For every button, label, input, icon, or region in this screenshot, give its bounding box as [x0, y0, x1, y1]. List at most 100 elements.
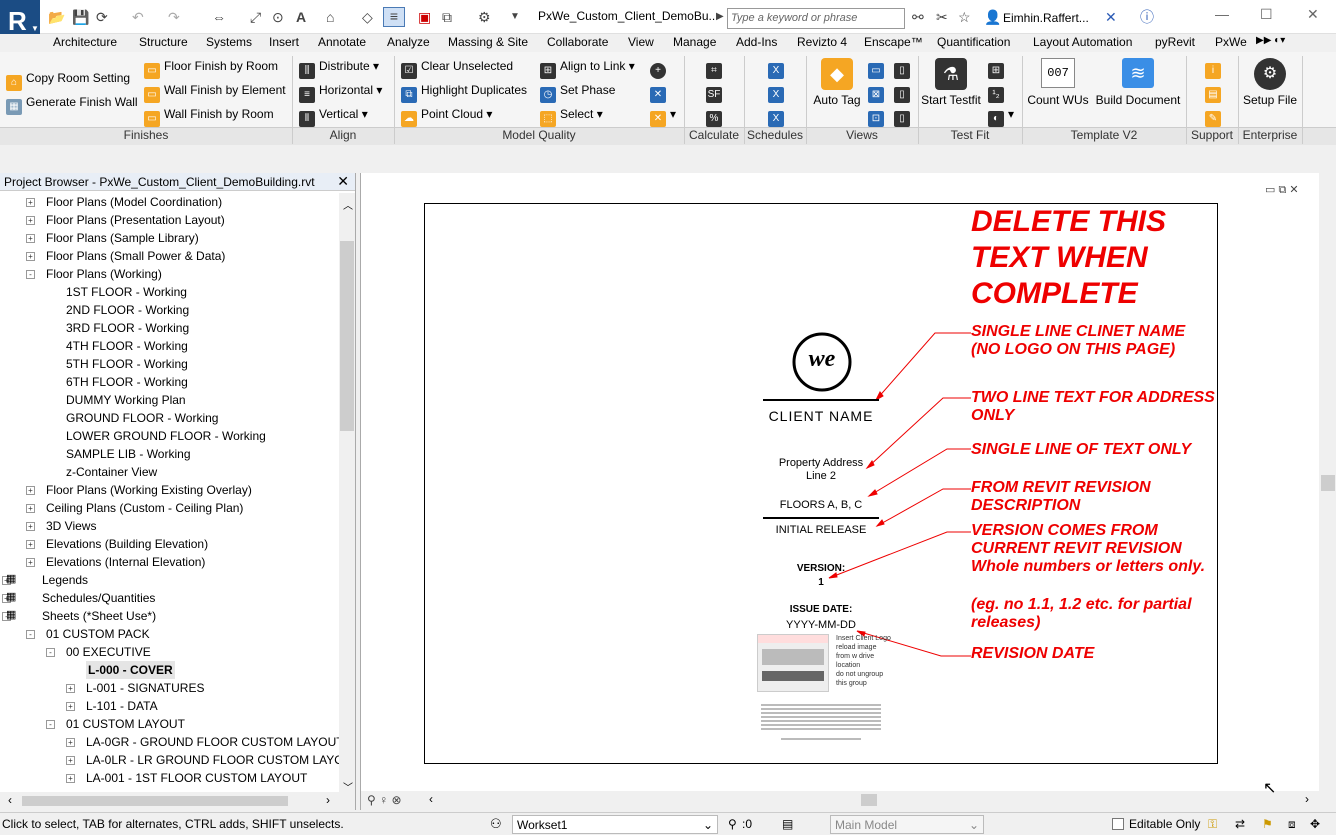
redo-icon[interactable]: ↷ [168, 9, 180, 25]
expand-icon[interactable]: + [26, 216, 35, 225]
scroll-left-icon[interactable]: ‹ [8, 793, 12, 807]
tab-layout-automation[interactable]: Layout Automation [1033, 35, 1132, 49]
expand-icon[interactable]: + [26, 486, 35, 495]
tree-item[interactable]: DUMMY Working Plan [66, 391, 186, 409]
select-by-face-icon[interactable]: ⧈ [1288, 817, 1296, 832]
tab-pxwe[interactable]: PxWe [1215, 35, 1247, 49]
expand-icon[interactable]: + [66, 756, 75, 765]
expand-icon[interactable]: + [26, 558, 35, 567]
tab-enscape[interactable]: Enscape™ [864, 35, 923, 49]
generate-finish-wall-button[interactable]: ▦ Generate Finish Wall [6, 94, 138, 115]
setup-file-button[interactable]: ⚙ Setup File [1240, 58, 1300, 108]
tree-item[interactable]: Schedules/Quantities [42, 589, 155, 607]
start-testfit-button[interactable]: ⚗ Start Testfit [920, 58, 982, 108]
tree-item[interactable]: 5TH FLOOR - Working [66, 355, 188, 373]
expand-icon[interactable]: + [66, 684, 75, 693]
cross-box-icon[interactable]: ✕ [650, 82, 670, 103]
filter-icon[interactable]: ▤ [782, 817, 793, 831]
collapse-icon[interactable]: - [46, 648, 55, 657]
tree-item[interactable]: L-001 - SIGNATURES [86, 679, 204, 697]
tree-item[interactable]: Floor Plans (Working) [46, 265, 162, 283]
minimize-icon[interactable]: — [1215, 6, 1229, 22]
excel-icon-2[interactable]: X [768, 82, 788, 103]
tree-item[interactable]: Floor Plans (Presentation Layout) [46, 211, 225, 229]
switch-windows-icon[interactable]: ⧉ [442, 9, 452, 25]
tree-item[interactable]: GROUND FLOOR - Working [66, 409, 218, 427]
close-hidden-icon[interactable]: ▣ [418, 9, 431, 25]
expand-icon[interactable]: + [66, 738, 75, 747]
close-icon[interactable]: ✕ [1307, 6, 1319, 23]
tab-add-ins[interactable]: Add-Ins [736, 35, 777, 49]
workset-select[interactable]: Workset1 ⌄ [512, 815, 718, 834]
tree-item[interactable]: Floor Plans (Small Power & Data) [46, 247, 225, 265]
binoculars-icon[interactable]: ⚯ [912, 9, 924, 25]
plus-circle-icon[interactable]: + [650, 58, 670, 79]
sync-icon[interactable]: ⟳ [96, 9, 108, 25]
tree-item[interactable]: Sheets (*Sheet Use*) [42, 607, 156, 625]
tree-item[interactable]: L-000 - COVER [86, 661, 175, 679]
distribute-dropdown[interactable]: ⫼ Distribute ▾ [299, 58, 379, 79]
canvas-vscroll[interactable] [1319, 173, 1336, 791]
hscroll-thumb[interactable] [22, 796, 288, 806]
tree-item[interactable]: Floor Plans (Working Existing Overlay) [46, 481, 252, 499]
select-underlay-icon[interactable]: ⇄ [1235, 817, 1245, 831]
view-icon-1[interactable]: ▭ [868, 58, 888, 79]
expand-icon[interactable]: + [26, 198, 35, 207]
open-icon[interactable]: 📂 [48, 9, 65, 25]
collapse-icon[interactable]: - [26, 630, 35, 639]
vertical-dropdown[interactable]: ⫴ Vertical ▾ [299, 106, 368, 127]
tree-item[interactable]: Floor Plans (Sample Library) [46, 229, 199, 247]
tab-analyze[interactable]: Analyze [387, 35, 430, 49]
view-icon-6[interactable]: ▯ [894, 106, 914, 127]
floor-finish-by-room-button[interactable]: ▭ Floor Finish by Room [144, 58, 278, 79]
canvas-vscroll-thumb[interactable] [1321, 475, 1335, 491]
testfit-icon-1[interactable]: ⊞ [988, 58, 1008, 79]
save-icon[interactable]: 💾 [72, 9, 89, 25]
view-icon-5[interactable]: ▯ [894, 82, 914, 103]
count-wus-button[interactable]: 007 Count WUs [1027, 58, 1089, 108]
close-icon[interactable]: ✕ [337, 173, 349, 190]
text-icon[interactable]: A [296, 9, 306, 25]
star-icon[interactable]: ☆ [958, 9, 971, 25]
tab-systems[interactable]: Systems [206, 35, 252, 49]
scroll-left-icon[interactable]: ‹ [429, 792, 433, 806]
qat-dropdown-icon[interactable]: ▼ [510, 9, 520, 25]
expand-icon[interactable]: + [66, 702, 75, 711]
select-dropdown[interactable]: ⬚ Select ▾ [540, 106, 603, 127]
wall-finish-by-element-button[interactable]: ▭ Wall Finish by Element [144, 82, 286, 103]
tab-revizto[interactable]: Revizto 4 [797, 35, 847, 49]
support-icon-2[interactable]: ▤ [1205, 82, 1225, 103]
tree-item[interactable]: LA-001 - 1ST FLOOR CUSTOM LAYOUT [86, 769, 307, 787]
expand-icon[interactable]: + [26, 234, 35, 243]
tab-annotate[interactable]: Annotate [318, 35, 366, 49]
align-to-link-dropdown[interactable]: ⊞ Align to Link ▾ [540, 58, 635, 79]
tab-view[interactable]: View [628, 35, 654, 49]
tree-item[interactable]: Floor Plans (Model Coordination) [46, 193, 222, 211]
point-cloud-dropdown[interactable]: ☁ Point Cloud ▾ [401, 106, 492, 127]
highlight-duplicates-button[interactable]: ⧉ Highlight Duplicates [401, 82, 527, 103]
tree-item[interactable]: LOWER GROUND FLOOR - Working [66, 427, 266, 445]
tree-item[interactable]: Elevations (Building Elevation) [46, 535, 208, 553]
help-icon[interactable]: ⓘ [1140, 9, 1154, 25]
sheet-cover[interactable]: we DELETE THIS TEXT WHEN COMPLETE SINGLE… [424, 203, 1218, 764]
scroll-right-icon[interactable]: › [326, 793, 330, 807]
tree-item[interactable]: Legends [42, 571, 88, 589]
horizontal-scrollbar[interactable]: ‹ › [0, 792, 355, 810]
canvas-hscroll-thumb[interactable] [861, 794, 877, 806]
tab-collaborate[interactable]: Collaborate [547, 35, 608, 49]
tab-pyrevit[interactable]: pyRevit [1155, 35, 1195, 49]
percent-icon[interactable]: % [706, 106, 726, 127]
expand-icon[interactable]: + [26, 540, 35, 549]
tree-item[interactable]: 01 CUSTOM PACK [46, 625, 150, 643]
tree-item[interactable]: z-Container View [66, 463, 157, 481]
tree-item[interactable]: LA-0LR - LR GROUND FLOOR CUSTOM LAYOUT [86, 751, 355, 769]
collapse-icon[interactable]: - [26, 270, 35, 279]
expand-icon[interactable]: + [26, 522, 35, 531]
expand-icon[interactable]: + [26, 252, 35, 261]
testfit-icon-3[interactable]: ◐ ▾ [988, 106, 1014, 127]
view-icon-4[interactable]: ▯ [894, 58, 914, 79]
tab-massing-site[interactable]: Massing & Site [448, 35, 528, 49]
testfit-icon-2[interactable]: ¹₂ [988, 82, 1008, 103]
subscription-icon[interactable]: ✂ [936, 9, 948, 25]
auto-tag-button[interactable]: ◆ Auto Tag [813, 58, 861, 108]
